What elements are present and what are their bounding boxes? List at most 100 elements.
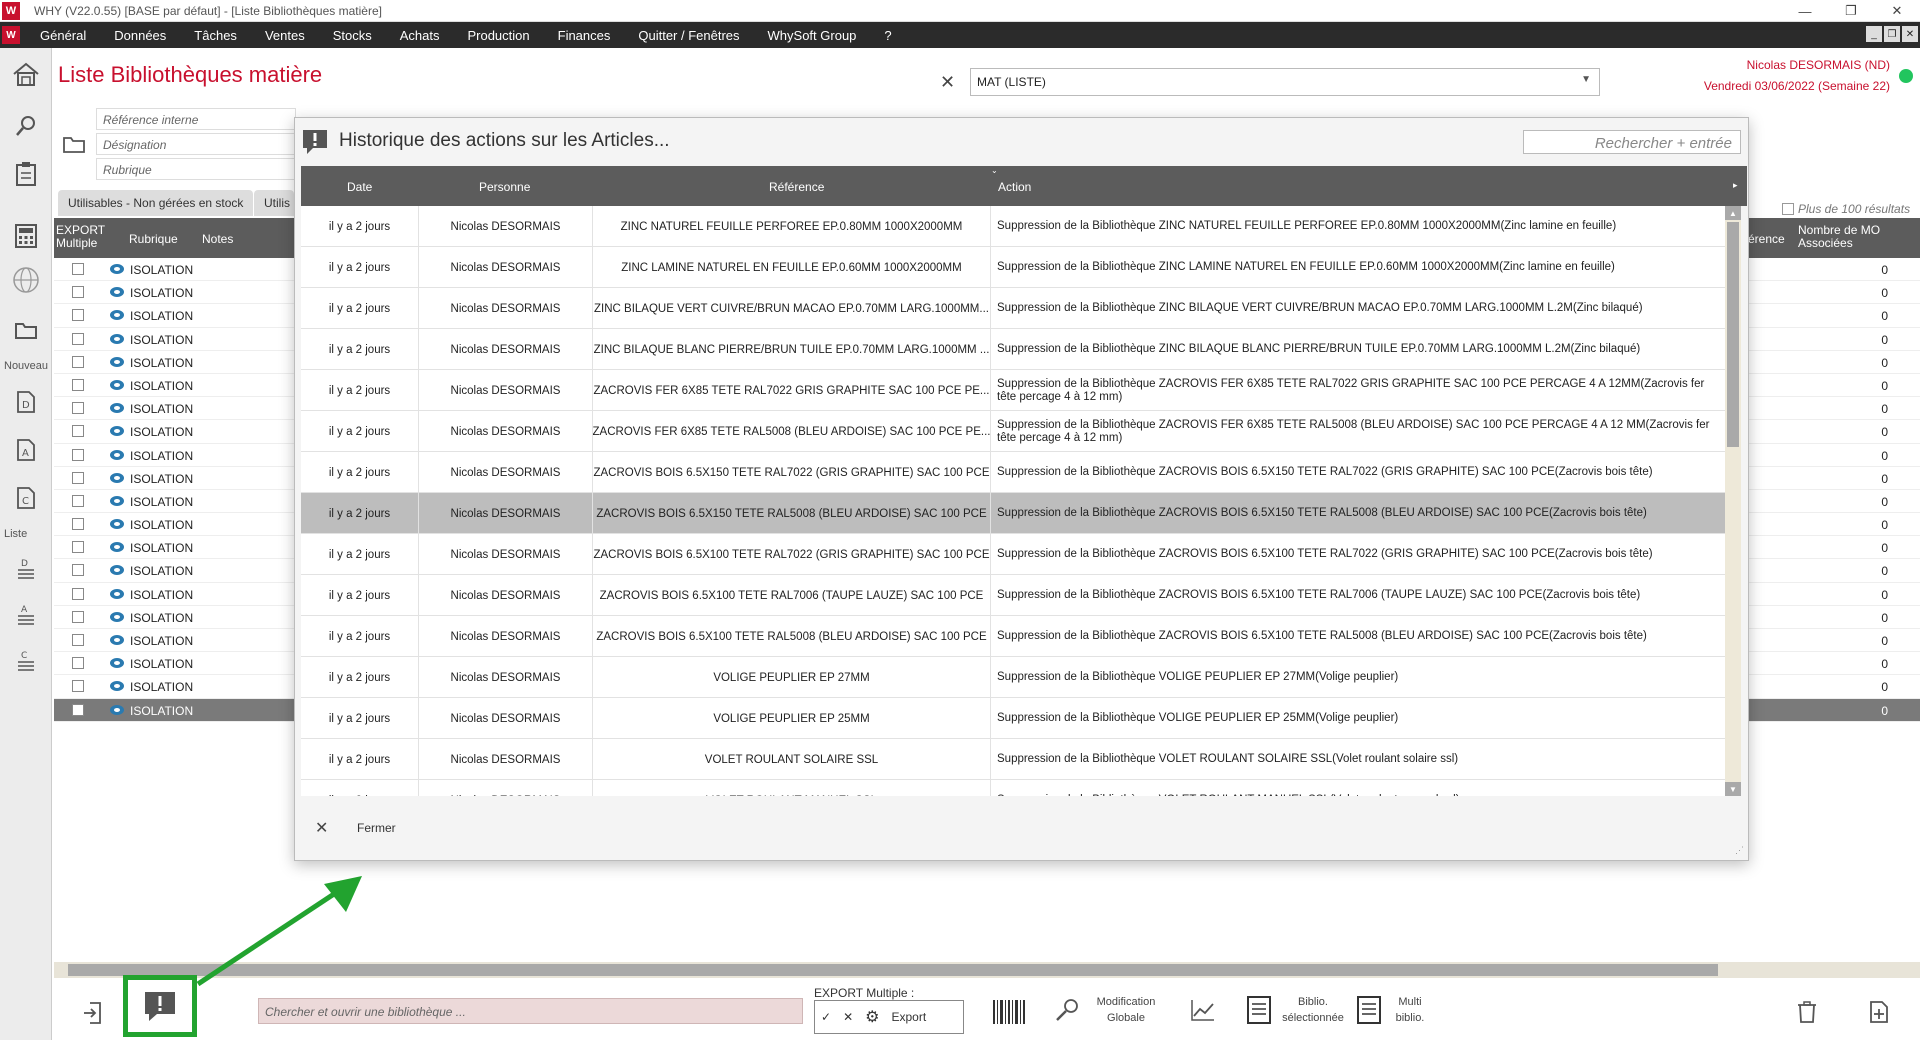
scroll-down-icon[interactable]: ▼ (1725, 782, 1741, 796)
row-checkbox[interactable] (72, 657, 84, 670)
col-date[interactable]: Date (347, 180, 372, 194)
row-checkbox[interactable] (72, 378, 84, 391)
table-row[interactable]: il y a 2 jours Nicolas DESORMAIS ZINC BILA… (301, 329, 1725, 370)
table-row[interactable]: il y a 2 jours Nicolas DESORMAIS ZACROVIS … (301, 575, 1725, 616)
close-button[interactable]: Fermer (357, 821, 396, 835)
close-window-icon[interactable]: ✕ (1874, 0, 1920, 22)
www-icon[interactable] (8, 262, 44, 298)
search-biblio-input[interactable]: Chercher et ouvrir une bibliothèque ... (258, 998, 803, 1024)
row-checkbox[interactable] (72, 263, 84, 275)
mdi-close-icon[interactable]: ✕ (1902, 26, 1918, 42)
gear-icon[interactable]: ⚙ (865, 1007, 879, 1027)
mdi-minimize-icon[interactable]: _ (1866, 26, 1882, 42)
row-checkbox[interactable] (72, 541, 84, 554)
home-icon[interactable] (8, 56, 44, 92)
col-nombre-mo[interactable]: Nombre de MO Associées (1798, 224, 1898, 250)
row-checkbox[interactable] (72, 309, 84, 322)
calculator-icon[interactable] (8, 218, 44, 254)
table-row[interactable]: il y a 2 jours Nicolas DESORMAIS VOLIGE PE… (301, 657, 1725, 698)
menu-item[interactable]: Stocks (319, 28, 386, 43)
row-checkbox[interactable] (72, 634, 84, 646)
col-personne[interactable]: Personne (479, 180, 530, 194)
exit-icon[interactable] (82, 1000, 104, 1026)
designation-filter[interactable]: Désignation (96, 133, 296, 155)
row-checkbox[interactable] (72, 610, 84, 623)
export-button[interactable]: Export (891, 1010, 926, 1024)
mdi-restore-icon[interactable]: ❐ (1884, 26, 1900, 42)
row-checkbox[interactable] (72, 518, 84, 531)
trash-icon[interactable] (1796, 1000, 1818, 1024)
barcode-icon[interactable] (992, 998, 1026, 1026)
table-row[interactable]: il y a 2 jours Nicolas DESORMAIS ZINC LAMI… (301, 247, 1725, 288)
row-checkbox[interactable] (72, 494, 84, 507)
tab-utilis[interactable]: Utilis (254, 190, 294, 216)
biblio-selectionnee-button[interactable]: Biblio. sélectionnée (1246, 994, 1348, 1026)
scrollbar-thumb[interactable] (1727, 222, 1739, 447)
restore-icon[interactable]: ❐ (1828, 0, 1874, 22)
clear-select-icon[interactable]: ✕ (940, 72, 955, 93)
table-row[interactable]: il y a 2 joursNicolas DESORMAISVOLET ROU… (301, 739, 1725, 780)
add-icon[interactable] (1868, 1000, 1890, 1024)
row-checkbox[interactable] (72, 703, 84, 716)
menu-item[interactable]: Ventes (251, 28, 319, 43)
multi-biblio-button[interactable]: Multi biblio. (1356, 994, 1432, 1026)
table-row[interactable]: il y a 2 jours Nicolas DESORMAIS ZACROVIS … (301, 370, 1725, 411)
table-row[interactable]: il y a 2 joursNicolas DESORMAISVOLET ROU… (301, 780, 1725, 796)
list-a-icon[interactable]: A (8, 596, 44, 632)
menu-item[interactable]: Production (453, 28, 543, 43)
scroll-up-icon[interactable]: ▲ (1725, 206, 1741, 220)
table-row[interactable]: il y a 2 jours Nicolas DESORMAIS ZACROVIS … (301, 493, 1725, 534)
row-checkbox[interactable] (72, 425, 84, 438)
minimize-icon[interactable]: — (1782, 0, 1828, 22)
check-icon[interactable]: ✓ (821, 1010, 831, 1024)
new-d-icon[interactable]: D (8, 384, 44, 420)
row-checkbox[interactable] (72, 332, 84, 345)
menu-item[interactable]: Tâches (180, 28, 251, 43)
chart-icon[interactable] (1190, 998, 1216, 1022)
table-row[interactable]: il y a 2 jours Nicolas DESORMAIS VOLIGE PE… (301, 698, 1725, 739)
tab-utilisables[interactable]: Utilisables - Non gérées en stock (58, 190, 254, 216)
resize-grip-icon[interactable]: ⋰ (1735, 845, 1744, 856)
more-results-checkbox[interactable] (1782, 203, 1794, 215)
close-icon[interactable]: ✕ (315, 818, 328, 838)
table-row[interactable]: il y a 2 jours Nicolas DESORMAIS ZACROVIS … (301, 616, 1725, 657)
modification-globale-button[interactable]: Modification Globale (1054, 994, 1166, 1026)
col-action[interactable]: Action (998, 180, 1031, 194)
more-results-toggle[interactable]: Plus de 100 résultats (1782, 202, 1910, 216)
row-checkbox[interactable] (72, 286, 84, 299)
table-row[interactable]: il y a 2 jours Nicolas DESORMAIS ZACROVIS … (301, 534, 1725, 575)
menu-item[interactable]: WhySoft Group (754, 28, 871, 43)
scroll-right-icon[interactable]: ▸ (1733, 180, 1738, 191)
table-row[interactable]: il y a 2 jours Nicolas DESORMAIS ZACROVIS … (301, 452, 1725, 493)
menu-item[interactable]: Général (26, 28, 100, 43)
table-row[interactable]: il y a 2 jours Nicolas DESORMAIS ZINC NATU… (301, 206, 1725, 247)
list-d-icon[interactable]: D (8, 550, 44, 586)
menu-item[interactable]: Finances (544, 28, 625, 43)
mat-select[interactable]: MAT (LISTE) ▼ (970, 68, 1600, 96)
row-checkbox[interactable] (72, 355, 84, 368)
row-checkbox[interactable] (72, 402, 84, 415)
cross-icon[interactable]: ✕ (843, 1010, 853, 1024)
history-alert-button[interactable] (123, 975, 197, 1037)
clipboard-icon[interactable] (8, 156, 44, 192)
row-checkbox[interactable] (72, 680, 84, 693)
row-checkbox[interactable] (72, 471, 84, 484)
row-checkbox[interactable] (72, 448, 84, 461)
list-c-icon[interactable]: C (8, 642, 44, 678)
col-reference[interactable]: érence (1748, 232, 1785, 246)
rubrique-filter[interactable]: Rubrique (96, 158, 296, 180)
modal-search-input[interactable]: Rechercher + entrée (1523, 130, 1741, 154)
search-icon[interactable] (8, 108, 44, 144)
folder-icon[interactable] (8, 312, 44, 348)
col-reference[interactable]: Référence (769, 180, 824, 194)
reference-filter[interactable]: Référence interne (96, 108, 296, 130)
table-row[interactable]: il y a 2 jours Nicolas DESORMAIS ZINC BILA… (301, 288, 1725, 329)
table-row[interactable]: il y a 2 jours Nicolas DESORMAIS ZACROVIS … (301, 411, 1725, 452)
menu-item[interactable]: Quitter / Fenêtres (624, 28, 753, 43)
row-checkbox[interactable] (72, 564, 84, 577)
vertical-scrollbar[interactable]: ▲ ▼ (1725, 206, 1741, 796)
col-export-multiple[interactable]: EXPORT Multiple (56, 224, 106, 250)
menu-item[interactable]: ? (870, 28, 905, 43)
new-c-icon[interactable]: C (8, 480, 44, 516)
col-rubrique[interactable]: Rubrique (129, 232, 178, 246)
